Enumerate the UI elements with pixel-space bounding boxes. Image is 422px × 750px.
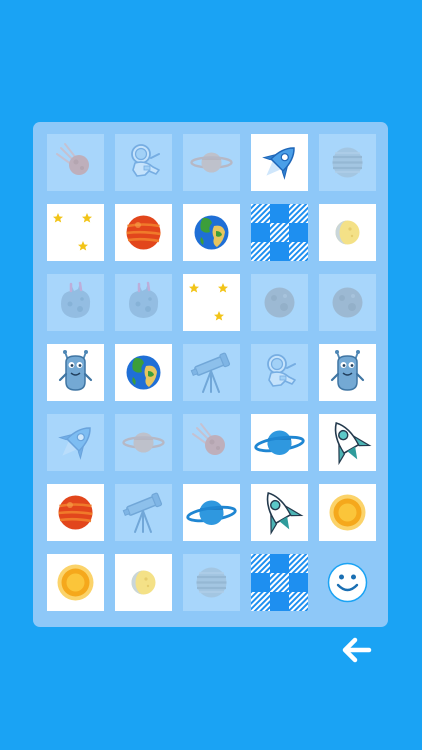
memory-card	[251, 484, 308, 541]
asteroid-icon	[61, 281, 91, 318]
gas-planet-icon	[332, 147, 363, 178]
memory-card	[319, 414, 376, 471]
sun-icon	[57, 564, 94, 601]
memory-card[interactable]	[251, 554, 308, 611]
memory-card	[47, 344, 104, 401]
saturn-icon	[122, 432, 165, 453]
asteroid-icon	[129, 281, 159, 318]
memory-card	[251, 134, 308, 191]
memory-card	[115, 414, 172, 471]
spaceship-icon	[266, 492, 304, 536]
memory-card	[47, 274, 104, 331]
memory-card	[183, 414, 240, 471]
memory-card[interactable]	[251, 204, 308, 261]
arrow-left-icon	[342, 637, 372, 663]
rocket-icon	[58, 427, 91, 460]
memory-card[interactable]	[319, 554, 376, 611]
card-back-pattern	[251, 204, 308, 261]
memory-card	[47, 204, 104, 261]
memory-card	[183, 554, 240, 611]
memory-card	[47, 134, 104, 191]
memory-card	[183, 134, 240, 191]
red-planet-icon	[126, 215, 161, 250]
memory-card	[183, 484, 240, 541]
memory-card	[47, 554, 104, 611]
moon-icon	[131, 570, 156, 595]
game-board	[33, 122, 388, 627]
memory-card	[183, 204, 240, 261]
red-planet-icon	[58, 495, 93, 530]
spaceship-icon	[334, 422, 372, 466]
memory-card	[319, 484, 376, 541]
smiley-face-icon	[327, 562, 368, 603]
memory-card	[115, 134, 172, 191]
memory-card	[115, 344, 172, 401]
alien-icon	[58, 350, 93, 391]
card-back-pattern	[251, 554, 308, 611]
alien-icon	[330, 350, 365, 391]
grey-planet-icon	[264, 287, 295, 318]
memory-card	[251, 274, 308, 331]
memory-card	[251, 414, 308, 471]
memory-card	[115, 484, 172, 541]
memory-card	[47, 414, 104, 471]
memory-card	[319, 344, 376, 401]
sun-icon	[329, 494, 366, 531]
memory-card	[115, 554, 172, 611]
earth-icon	[126, 355, 161, 390]
memory-card	[319, 274, 376, 331]
gas-planet-icon	[196, 567, 227, 598]
memory-card	[183, 274, 240, 331]
grey-planet-icon	[332, 287, 363, 318]
stars-icon	[189, 283, 228, 321]
astronaut-icon	[131, 144, 160, 177]
blue-ringed-planet-icon	[186, 500, 237, 525]
telescope-icon	[190, 352, 231, 393]
memory-card	[319, 204, 376, 261]
memory-card	[47, 484, 104, 541]
stars-icon	[53, 213, 92, 251]
memory-card	[183, 344, 240, 401]
astronaut-icon	[267, 354, 296, 387]
telescope-icon	[122, 492, 163, 533]
memory-card	[115, 204, 172, 261]
rocket-icon	[262, 147, 295, 180]
earth-icon	[194, 215, 229, 250]
memory-card	[251, 344, 308, 401]
blue-ringed-planet-icon	[254, 430, 305, 455]
meteor-icon	[56, 143, 89, 175]
saturn-icon	[190, 152, 233, 173]
memory-card	[115, 274, 172, 331]
back-button[interactable]	[342, 637, 372, 663]
memory-card	[319, 134, 376, 191]
moon-icon	[335, 220, 360, 245]
meteor-icon	[192, 423, 225, 455]
